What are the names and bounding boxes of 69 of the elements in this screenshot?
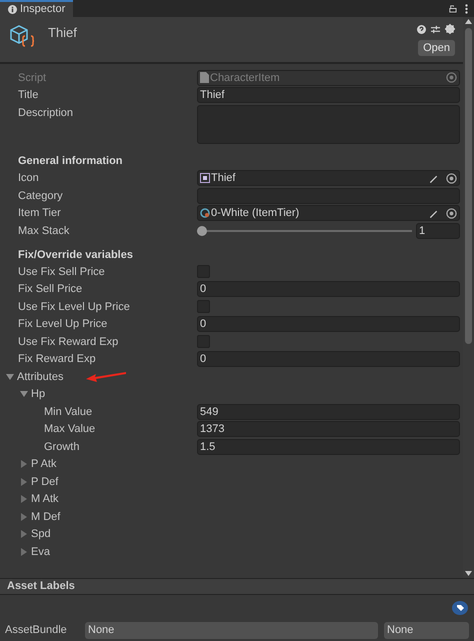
text-field[interactable]: 1.5 xyxy=(197,438,460,455)
field-label: Min Value xyxy=(44,406,92,418)
field-label: M Atk xyxy=(31,492,59,507)
collapsed-triangle-icon[interactable] xyxy=(20,530,28,538)
annotation-arrow xyxy=(86,370,126,383)
collapsed-triangle-icon[interactable] xyxy=(20,548,28,556)
slider-thumb[interactable] xyxy=(197,226,207,236)
scrollbar[interactable] xyxy=(463,17,474,578)
open-button[interactable]: Open xyxy=(418,40,455,56)
collapsed-triangle-icon[interactable] xyxy=(20,512,28,521)
collapsed-triangle-icon[interactable] xyxy=(20,460,28,468)
section-heading: General information xyxy=(18,154,123,169)
number-field[interactable]: 1 xyxy=(416,222,460,239)
text-field[interactable]: 0 xyxy=(197,351,460,368)
text-field[interactable]: 0 xyxy=(197,316,460,332)
field-label: Use Fix Reward Exp xyxy=(18,336,118,348)
text-field[interactable]: 1373 xyxy=(197,421,460,438)
field-label: Attributes xyxy=(17,370,64,384)
info-icon xyxy=(8,5,17,14)
field-label: Hp xyxy=(31,387,46,402)
lock-icon[interactable] xyxy=(448,4,457,13)
slider[interactable] xyxy=(197,226,412,236)
field-label: Use Fix Sell Price xyxy=(18,266,105,278)
field-label: Item Tier xyxy=(18,207,61,219)
field-label: Use Fix Level Up Price xyxy=(18,300,130,312)
settings-icon[interactable] xyxy=(445,24,455,34)
field-label: Fix Reward Exp xyxy=(18,353,96,365)
sprite-icon xyxy=(200,173,210,184)
scroll-up-icon[interactable] xyxy=(465,19,472,24)
field-label: Eva xyxy=(31,544,50,560)
field-label: Script xyxy=(18,72,46,84)
field-label: P Atk xyxy=(31,457,56,472)
field-label: P Def xyxy=(31,474,58,490)
asset-icon xyxy=(200,208,210,218)
help-icon[interactable] xyxy=(417,24,426,34)
more-icon[interactable] xyxy=(465,4,468,14)
field-label: Title xyxy=(18,89,38,101)
inspector-tab[interactable]: Inspector xyxy=(0,0,74,17)
object-field[interactable]: 0-White (ItemTier) xyxy=(197,205,460,222)
section-heading: Asset Labels xyxy=(7,579,75,594)
tag-icon[interactable] xyxy=(452,600,468,614)
field-label: Icon xyxy=(18,172,39,184)
collapsed-triangle-icon[interactable] xyxy=(20,478,28,486)
scroll-down-icon[interactable] xyxy=(465,571,472,576)
field-label: Fix Sell Price xyxy=(18,283,82,295)
object-picker-icon[interactable] xyxy=(446,208,457,219)
text-field[interactable]: 0 xyxy=(197,281,460,298)
expanded-triangle-icon[interactable] xyxy=(20,390,28,398)
sliders-icon[interactable] xyxy=(431,24,440,34)
section-heading: Fix/Override variables xyxy=(18,248,133,262)
field-label: Spd xyxy=(31,527,51,542)
asset-title: Thief xyxy=(48,24,77,42)
collapsed-triangle-icon[interactable] xyxy=(20,495,28,504)
field-label: Max Value xyxy=(44,423,96,435)
script-file-icon xyxy=(200,72,209,84)
field-label: Category xyxy=(18,190,63,202)
field-label: Growth xyxy=(44,440,80,452)
field-label: Description xyxy=(18,107,74,119)
object-field[interactable]: Thief xyxy=(197,170,460,186)
text-field[interactable]: Thief xyxy=(197,87,460,104)
variant-dropdown[interactable]: None xyxy=(384,622,469,639)
object-picker-icon[interactable] xyxy=(446,172,457,184)
field-label: M Def xyxy=(31,510,60,524)
field-label: AssetBundle xyxy=(5,623,68,638)
expanded-triangle-icon[interactable] xyxy=(6,372,14,381)
text-field[interactable]: 549 xyxy=(197,404,460,420)
asset-bundle-dropdown[interactable]: None xyxy=(85,622,378,639)
field-label: Fix Level Up Price xyxy=(18,318,108,330)
field-label: Max Stack xyxy=(18,224,70,236)
